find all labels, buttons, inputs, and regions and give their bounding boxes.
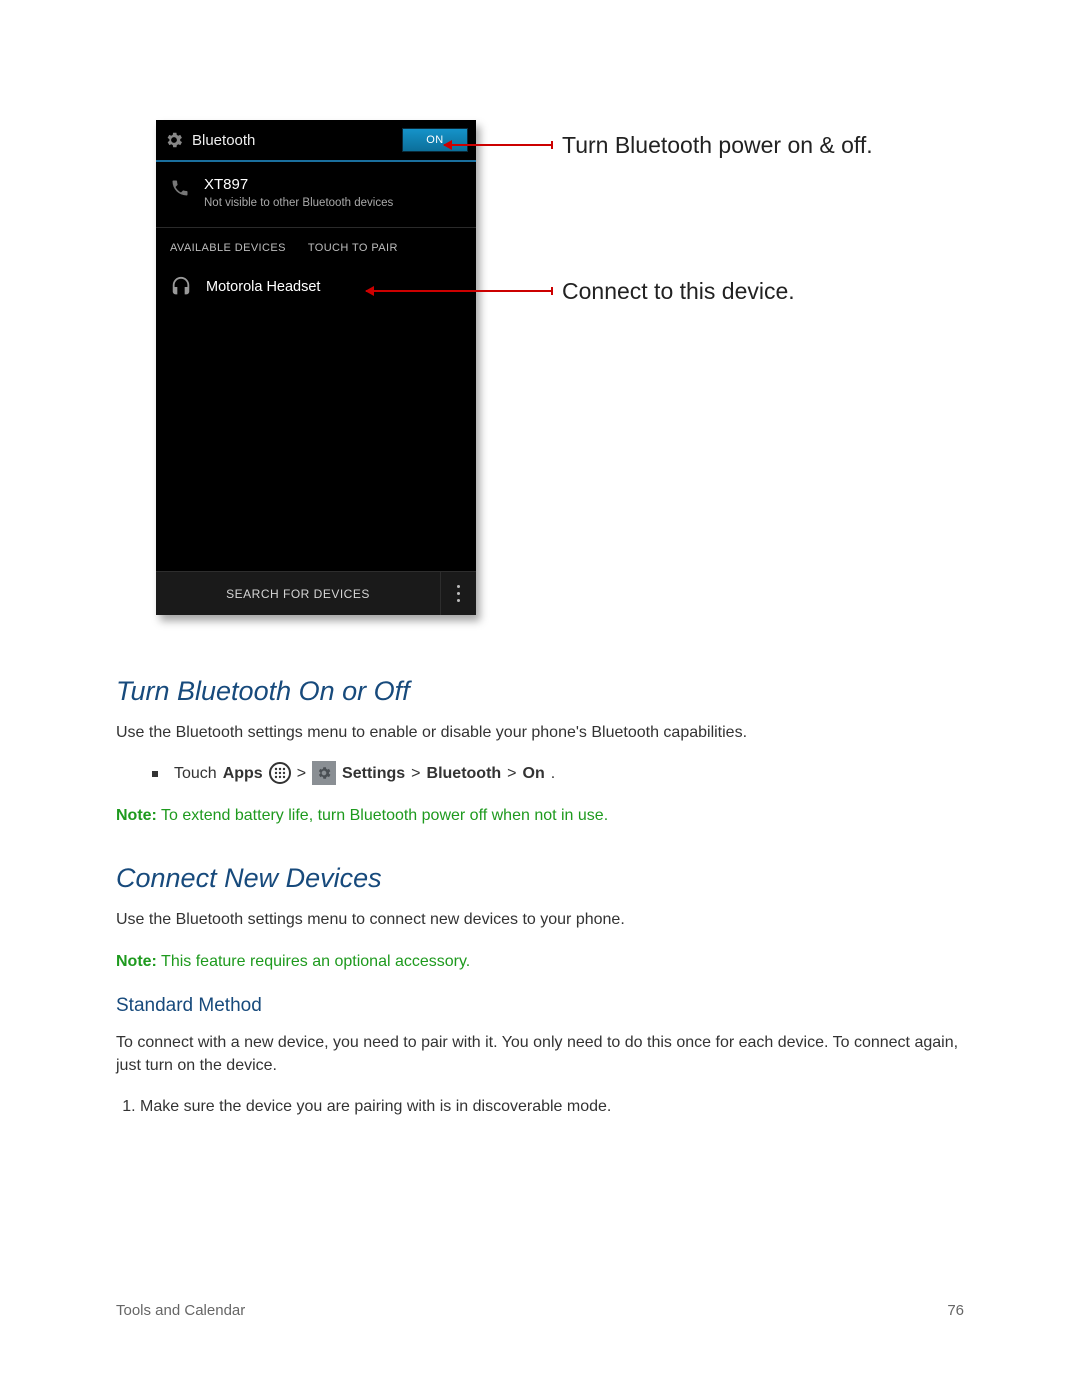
note-accessory: Note: This feature requires an optional … [116, 950, 964, 973]
bluetooth-title: Bluetooth [192, 132, 394, 149]
overflow-menu-icon[interactable] [440, 572, 476, 615]
self-device-subtitle: Not visible to other Bluetooth devices [204, 197, 393, 209]
available-device-row[interactable]: Motorola Headset [156, 266, 476, 312]
bullet-gt-1: > [297, 765, 306, 783]
self-device-row[interactable]: XT897 Not visible to other Bluetooth dev… [156, 162, 476, 228]
bullet-touch-apps: Touch Apps > Settings > Bluetooth > On . [152, 762, 964, 786]
callout-text-toggle: Turn Bluetooth power on & off. [562, 130, 882, 161]
ordered-steps: Make sure the device you are pairing wit… [116, 1095, 964, 1119]
available-devices-label: AVAILABLE DEVICES [170, 242, 286, 254]
para-standard-method: To connect with a new device, you need t… [116, 1031, 964, 1077]
phone-screenshot: Bluetooth ON XT897 Not visible to other … [156, 120, 476, 615]
note-battery: Note: To extend battery life, turn Bluet… [116, 804, 964, 827]
heading-connect-new-devices: Connect New Devices [116, 863, 964, 894]
apps-grid-icon [269, 762, 291, 784]
footer-page-number: 76 [947, 1302, 964, 1319]
bullet-text-touch: Touch [174, 765, 217, 783]
figure-bluetooth-screenshot: Bluetooth ON XT897 Not visible to other … [156, 120, 964, 640]
bullet-text-bluetooth: Bluetooth [427, 765, 502, 783]
bluetooth-header-row: Bluetooth ON [156, 120, 476, 162]
bullet-text-apps: Apps [223, 765, 263, 783]
heading-turn-bluetooth: Turn Bluetooth On or Off [116, 676, 964, 707]
callout-arrow-connect [366, 290, 552, 292]
available-devices-header: AVAILABLE DEVICES TOUCH TO PAIR [156, 228, 476, 266]
bluetooth-toggle[interactable]: ON [402, 128, 468, 152]
gear-icon [164, 130, 184, 150]
square-bullet-icon [152, 771, 158, 777]
callout-arrow-toggle [444, 144, 552, 146]
step-1: Make sure the device you are pairing wit… [140, 1095, 964, 1119]
callout-text-connect: Connect to this device. [562, 276, 795, 307]
note-text-1: To extend battery life, turn Bluetooth p… [157, 807, 608, 824]
bullet-period: . [551, 765, 555, 783]
para-turn-bluetooth-intro: Use the Bluetooth settings menu to enabl… [116, 721, 964, 744]
note-text-2: This feature requires an optional access… [157, 953, 470, 970]
touch-to-pair-label: TOUCH TO PAIR [308, 242, 398, 254]
bullet-text-settings: Settings [342, 765, 405, 783]
page-footer: Tools and Calendar 76 [116, 1302, 964, 1319]
search-for-devices-bar: SEARCH FOR DEVICES [156, 571, 476, 615]
para-connect-intro: Use the Bluetooth settings menu to conne… [116, 908, 964, 931]
settings-gear-icon [312, 761, 336, 785]
self-device-name: XT897 [204, 176, 393, 193]
available-device-name: Motorola Headset [206, 279, 320, 295]
phone-handset-icon [170, 178, 190, 206]
search-for-devices-button[interactable]: SEARCH FOR DEVICES [156, 587, 440, 601]
bullet-gt-3: > [507, 765, 516, 783]
bullet-text-on: On [523, 765, 545, 783]
bullet-gt-2: > [411, 765, 420, 783]
note-label-1: Note: [116, 807, 157, 824]
note-label-2: Note: [116, 953, 157, 970]
headset-icon [170, 276, 192, 298]
subheading-standard-method: Standard Method [116, 995, 964, 1017]
footer-section-name: Tools and Calendar [116, 1302, 245, 1319]
